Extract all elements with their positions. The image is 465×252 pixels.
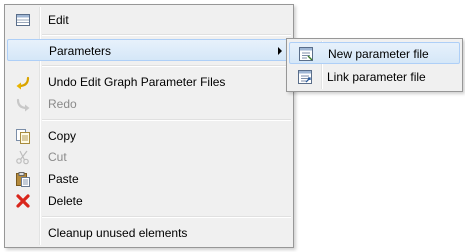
menu-item-delete[interactable]: Delete bbox=[7, 190, 291, 212]
cut-icon bbox=[15, 149, 31, 165]
parameter-file-link-icon bbox=[297, 69, 313, 85]
menu-separator bbox=[42, 216, 291, 218]
menu-item-label: New parameter file bbox=[328, 47, 429, 61]
menu-item-label: Delete bbox=[48, 194, 83, 208]
menu-item-label: Redo bbox=[48, 97, 77, 111]
menu-item-label: Cleanup unused elements bbox=[48, 226, 188, 240]
menu-item-label: Undo Edit Graph Parameter Files bbox=[48, 75, 226, 89]
copy-icon bbox=[15, 128, 31, 144]
menu-item-label: Edit bbox=[48, 13, 69, 27]
menu-item-cut[interactable]: Cut bbox=[7, 146, 291, 168]
menu-item-redo[interactable]: Redo bbox=[7, 93, 291, 115]
menu-separator bbox=[42, 119, 291, 121]
redo-icon bbox=[15, 96, 31, 112]
parameters-submenu: New parameter file Link parameter file bbox=[286, 38, 463, 92]
menu-item-label: Copy bbox=[48, 129, 77, 143]
submenu-item-link-parameter-file[interactable]: Link parameter file bbox=[289, 66, 460, 88]
undo-icon bbox=[15, 74, 31, 90]
submenu-item-new-parameter-file[interactable]: New parameter file bbox=[289, 42, 460, 64]
context-menu: Edit Parameters Undo Edit Graph Paramete… bbox=[4, 4, 294, 248]
menu-item-label: Cut bbox=[48, 150, 67, 164]
parameter-file-new-icon bbox=[298, 46, 314, 62]
menu-item-label: Paste bbox=[48, 172, 79, 186]
menu-item-undo[interactable]: Undo Edit Graph Parameter Files bbox=[7, 71, 291, 93]
menu-item-paste[interactable]: Paste bbox=[7, 168, 291, 190]
menu-item-label: Parameters bbox=[49, 44, 112, 58]
menu-item-label: Link parameter file bbox=[327, 70, 426, 84]
paste-icon bbox=[15, 171, 31, 187]
menu-item-edit[interactable]: Edit bbox=[7, 9, 291, 31]
menu-item-parameters[interactable]: Parameters bbox=[7, 39, 291, 61]
menu-separator bbox=[42, 34, 291, 36]
delete-icon bbox=[15, 193, 31, 209]
table-icon bbox=[15, 12, 31, 28]
menu-item-copy[interactable]: Copy bbox=[7, 125, 291, 147]
menu-item-cleanup-unused-elements[interactable]: Cleanup unused elements bbox=[7, 222, 291, 244]
menu-separator bbox=[42, 65, 291, 67]
submenu-arrow-icon bbox=[278, 47, 282, 55]
